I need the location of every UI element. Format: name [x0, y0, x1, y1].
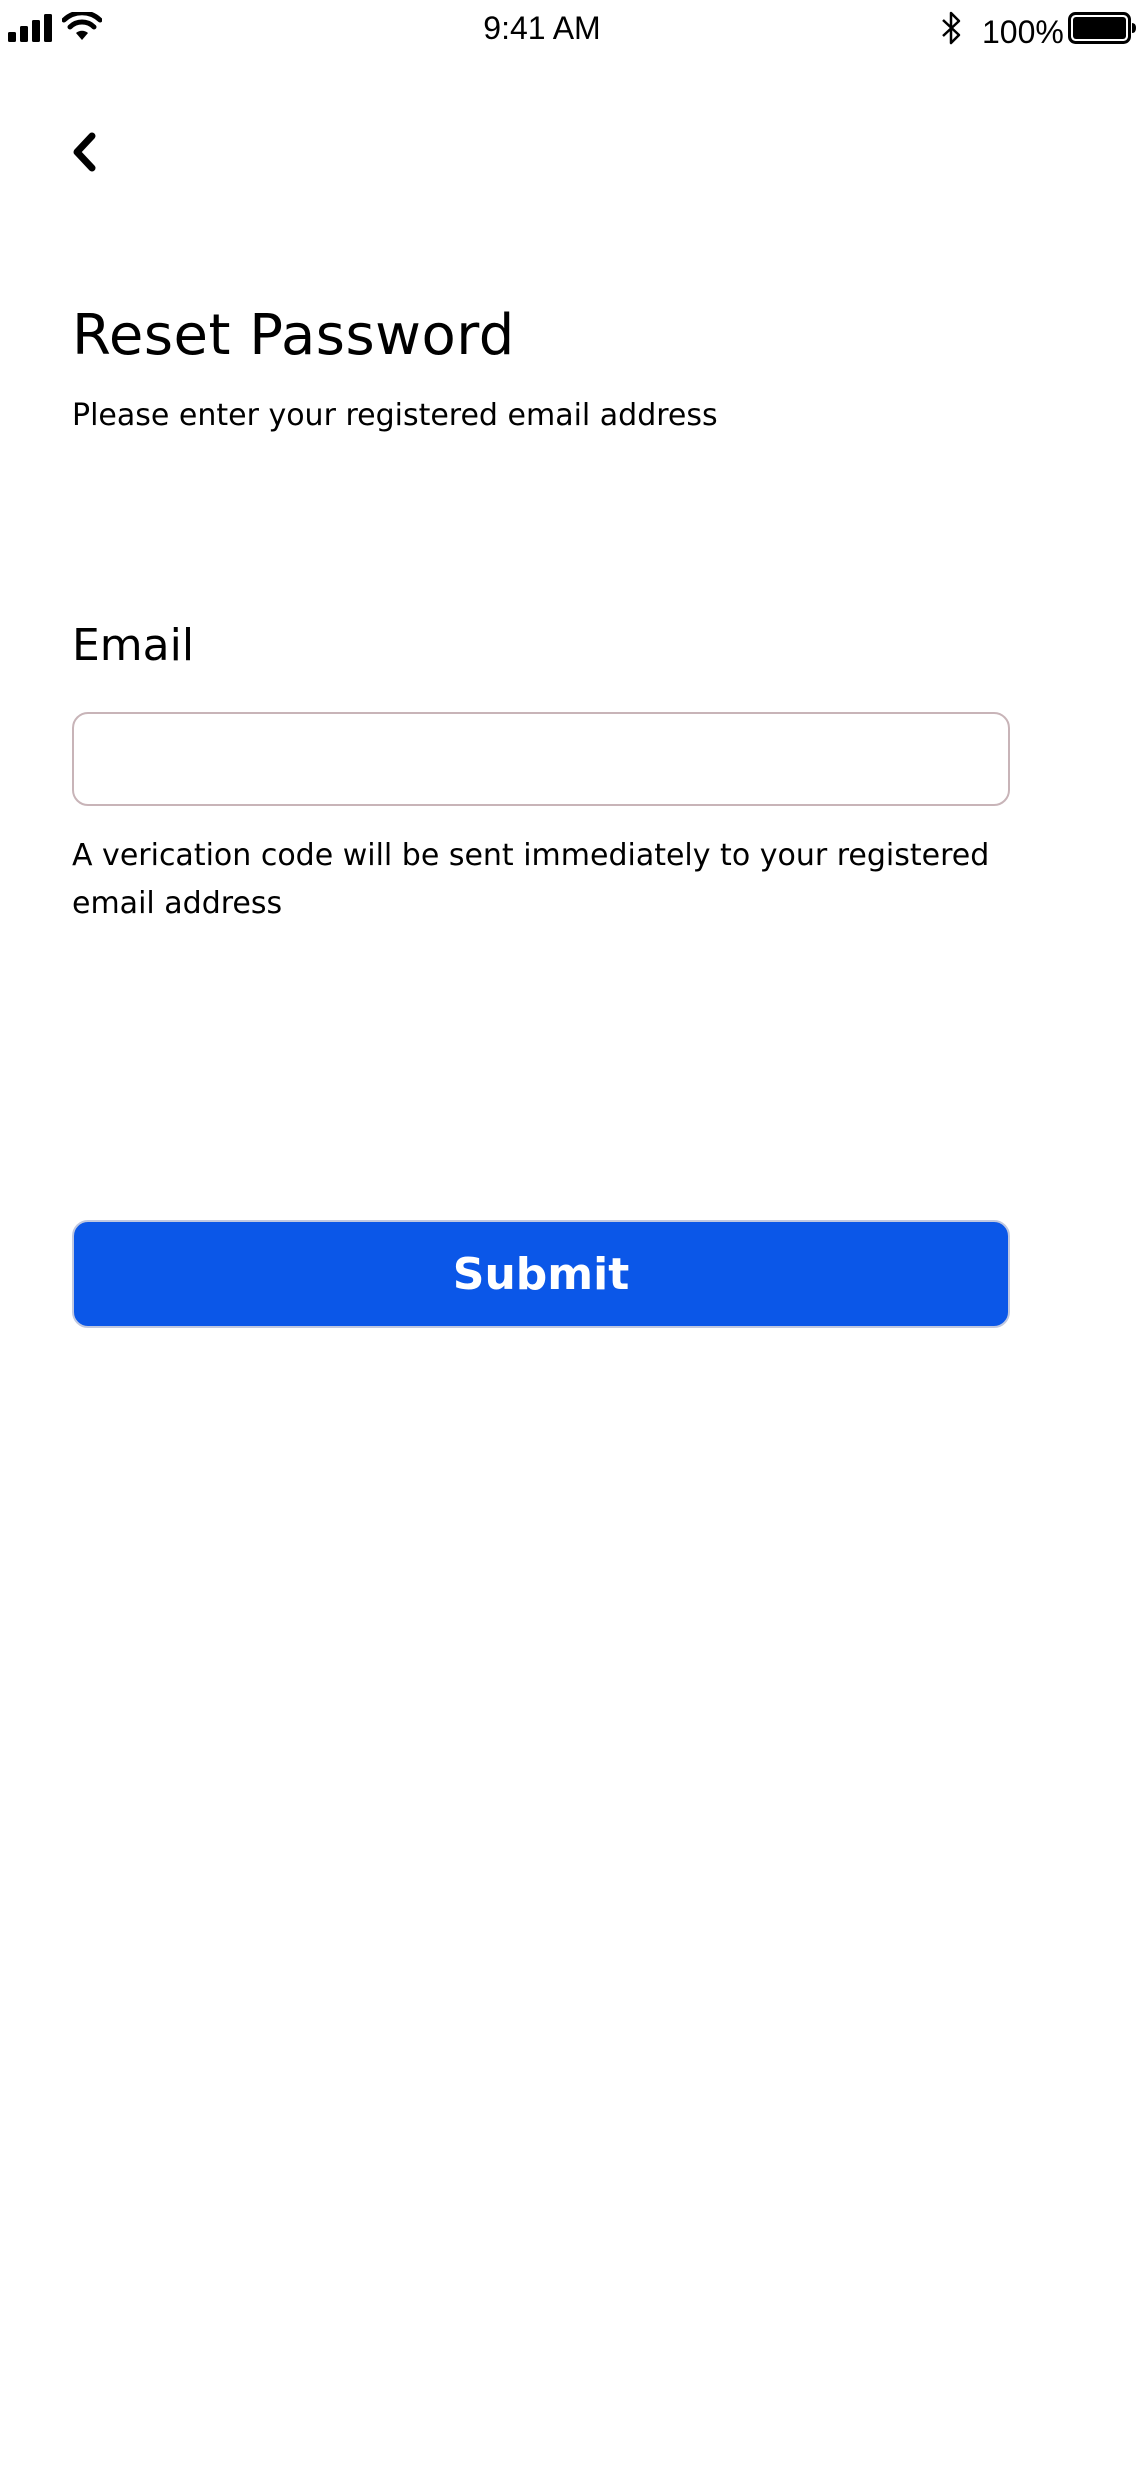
- back-button[interactable]: [60, 124, 108, 180]
- submit-button[interactable]: Submit: [72, 1220, 1010, 1328]
- status-time: 9:41 AM: [483, 10, 601, 46]
- battery-percent: 100%: [982, 14, 1064, 50]
- bluetooth-icon: [942, 11, 961, 45]
- chevron-left-icon: [73, 132, 96, 172]
- status-bar: 9:41 AM 100%: [0, 0, 1142, 60]
- email-field[interactable]: [72, 712, 1010, 806]
- page-title: Reset Password: [72, 303, 515, 368]
- battery-icon: [1068, 12, 1136, 44]
- helper-text: A verication code will be sent immediate…: [72, 838, 990, 921]
- email-label: Email: [72, 620, 195, 671]
- page-subtitle: Please enter your registered email addre…: [72, 398, 718, 433]
